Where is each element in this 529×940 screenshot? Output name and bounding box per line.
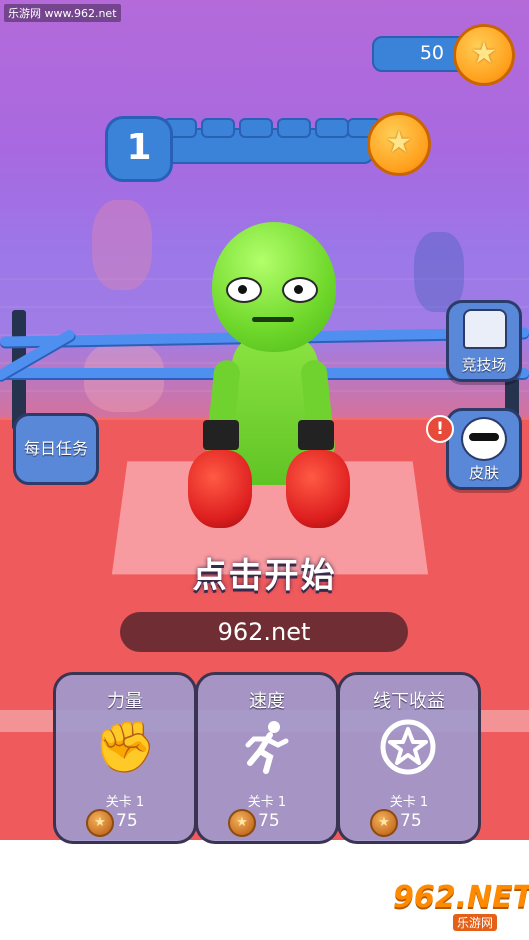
coin-icon: ★ bbox=[228, 809, 256, 837]
star-badge-icon bbox=[378, 717, 438, 777]
coin-icon: ★ bbox=[86, 809, 114, 837]
upgrade-cost: 75 bbox=[116, 811, 138, 831]
character-eye-right bbox=[282, 277, 318, 303]
upgrade-cost: 75 bbox=[258, 811, 280, 831]
skin-label: 皮肤 bbox=[468, 464, 499, 482]
level-progress: 1 bbox=[105, 112, 381, 182]
upgrade-card-speed[interactable]: 速度 关卡 1 ★ 75 bbox=[195, 672, 339, 844]
site-watermark: 乐游网 www.962.net bbox=[4, 4, 121, 22]
daily-tasks-button[interactable]: 每日任务 bbox=[13, 413, 99, 485]
character-mouth bbox=[252, 317, 294, 322]
level-number: 1 bbox=[105, 116, 173, 182]
character-eye-left bbox=[226, 277, 262, 303]
arena-icon bbox=[463, 309, 507, 349]
progress-segment bbox=[277, 118, 311, 138]
upgrade-level: 关卡 1 bbox=[247, 795, 287, 810]
upgrade-title: 力量 bbox=[107, 691, 143, 712]
url-banner: 962.net bbox=[120, 612, 408, 652]
upgrade-level: 关卡 1 bbox=[105, 795, 145, 810]
alert-icon: ! bbox=[426, 415, 454, 443]
arena-label: 竞技场 bbox=[461, 356, 507, 374]
site-logo: 962.NET 乐游网 bbox=[393, 880, 529, 931]
glove-cuff-right bbox=[298, 420, 334, 450]
character-head[interactable] bbox=[212, 222, 336, 352]
level-reward-coin-icon: ★ bbox=[367, 112, 431, 176]
sunglasses-face-icon bbox=[461, 417, 507, 461]
skin-button[interactable]: 皮肤 bbox=[446, 408, 522, 490]
tap-to-start-text[interactable]: 点击开始 bbox=[0, 548, 529, 597]
boxing-glove-right bbox=[286, 450, 350, 528]
spectator-left bbox=[92, 200, 152, 290]
logo-main: 962.NET bbox=[393, 880, 529, 915]
coin-icon: ★ bbox=[370, 809, 398, 837]
logo-sub: 乐游网 bbox=[453, 914, 498, 931]
running-man-icon bbox=[236, 717, 296, 777]
boxing-glove-icon: ✊ bbox=[94, 718, 157, 776]
progress-segment bbox=[315, 118, 349, 138]
upgrade-title: 线下收益 bbox=[373, 691, 445, 712]
upgrade-card-power[interactable]: 力量 ✊ 关卡 1 ★ 75 bbox=[53, 672, 197, 844]
upgrade-level: 关卡 1 bbox=[389, 795, 429, 810]
arena-button[interactable]: 竞技场 bbox=[446, 300, 522, 382]
glove-cuff-left bbox=[203, 420, 239, 450]
upgrade-card-offline-earnings[interactable]: 线下收益 关卡 1 ★ 75 bbox=[337, 672, 481, 844]
coin-count: 50 bbox=[419, 42, 444, 64]
upgrade-cost: 75 bbox=[400, 811, 422, 831]
progress-segment bbox=[201, 118, 235, 138]
level-progress-bar bbox=[145, 118, 381, 164]
upgrade-title: 速度 bbox=[249, 691, 285, 712]
boxing-glove-left bbox=[188, 450, 252, 528]
gold-star-coin-icon: ★ bbox=[453, 24, 515, 86]
progress-segment bbox=[239, 118, 273, 138]
